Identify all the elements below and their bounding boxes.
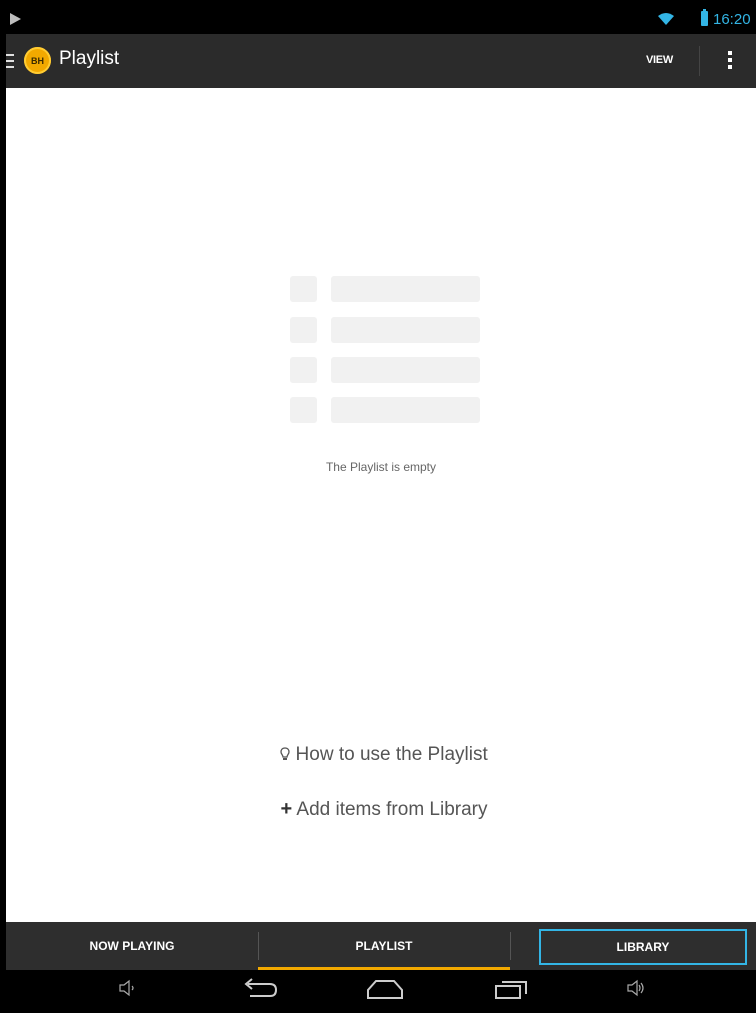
system-nav-bar: [6, 970, 756, 1013]
placeholder-row: [290, 357, 480, 383]
home-icon[interactable]: [366, 978, 404, 1000]
app-logo[interactable]: BH: [24, 47, 51, 74]
tab-divider: [510, 932, 511, 960]
tab-library[interactable]: LIBRARY: [539, 929, 747, 965]
play-icon: [10, 13, 21, 25]
empty-message: The Playlist is empty: [325, 460, 437, 474]
plus-icon: +: [280, 798, 293, 820]
empty-playlist-illustration: [290, 276, 480, 426]
placeholder-row: [290, 397, 480, 423]
tab-now-playing[interactable]: NOW PLAYING: [6, 922, 258, 970]
drawer-icon[interactable]: [6, 54, 14, 68]
overflow-menu-icon[interactable]: [722, 48, 738, 74]
app-screen: 16:20 BH Playlist VIEW The Playlist is e…: [6, 6, 756, 1013]
battery-icon: [701, 9, 708, 26]
bottom-tab-bar: NOW PLAYING PLAYLIST LIBRARY: [6, 922, 756, 970]
action-bar-divider: [699, 46, 700, 76]
lightbulb-icon: [280, 747, 290, 760]
tab-playlist[interactable]: PLAYLIST: [258, 922, 510, 970]
app-logo-text: BH: [31, 55, 44, 66]
back-icon[interactable]: [242, 978, 278, 1000]
placeholder-row: [290, 317, 480, 343]
add-items-label: Add items from Library: [296, 799, 488, 820]
add-items-link[interactable]: + Add items from Library: [6, 798, 756, 821]
volume-up-icon[interactable]: [626, 978, 646, 998]
how-to-label: How to use the Playlist: [295, 744, 488, 765]
status-time: 16:20: [713, 11, 751, 28]
how-to-link[interactable]: How to use the Playlist: [6, 744, 756, 766]
placeholder-row: [290, 276, 480, 302]
page-title: Playlist: [59, 48, 120, 69]
volume-down-icon[interactable]: [118, 978, 136, 998]
status-bar: 16:20: [6, 6, 756, 34]
action-bar: BH Playlist VIEW: [6, 34, 756, 88]
wifi-icon: [658, 13, 674, 25]
recents-icon[interactable]: [494, 978, 528, 1000]
view-button[interactable]: VIEW: [646, 54, 673, 66]
